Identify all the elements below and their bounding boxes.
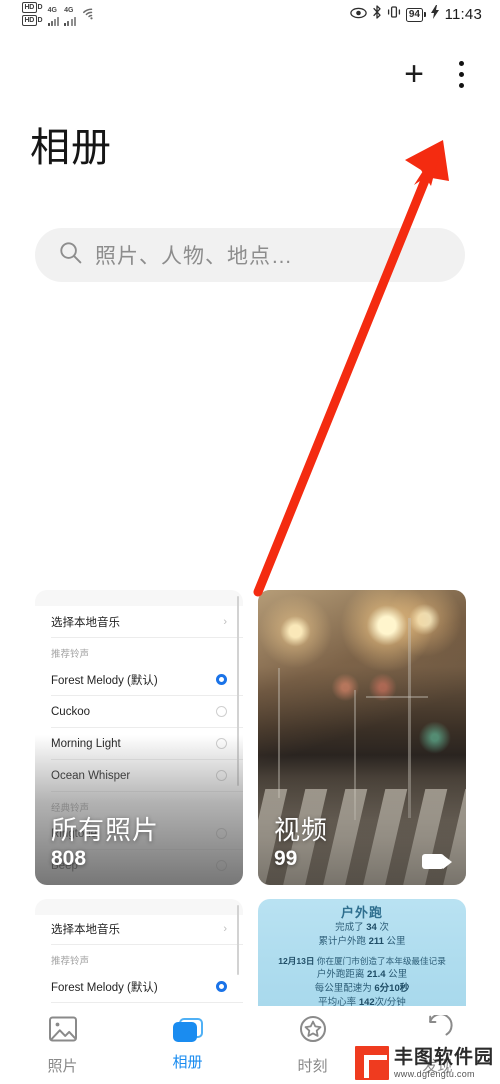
wifi-icon [82,7,100,25]
tab-label-photos: 照片 [47,1057,78,1075]
volte-indicators: HD D HD D [22,2,43,26]
page-title: 相册 [30,126,112,170]
vibrate-icon [387,5,401,24]
ringtone-local-music-label: 选择本地音乐 [51,616,120,629]
eye-icon [350,6,367,24]
status-bar: HD D HD D 4G 4G 94 11:43 [0,0,500,34]
album-count: 808 [51,847,87,870]
ringtone-section-recommended: 推荐铃声 [51,649,90,660]
watermark-name: 丰图软件园 [393,1046,494,1068]
watermark-logo-icon [354,1046,389,1080]
fitness-line1-pre: 完成了 [335,922,367,933]
fitness-line4-pre: 户外跑距离 [316,969,367,980]
fitness-line4-post: 公里 [385,969,408,980]
watermark-url: www.dgfengtu.com [393,1068,475,1079]
fitness-line-4: 户外跑距离 21.4 公里 [317,968,407,982]
fitness-line5-num: 6分10秒 [374,983,410,994]
hd-sub-sim2: D [37,16,43,24]
bluetooth-icon [372,5,382,24]
hd-badge-sim1: HD [22,2,37,13]
fitness-line1-post: 次 [376,922,389,933]
fitness-line2-pre: 累计户外跑 [318,936,369,947]
status-bar-left: HD D HD D 4G 4G [22,2,100,26]
album-card-videos[interactable]: 视频 99 [258,590,466,885]
ringtone-section-recommended: 推荐铃声 [51,956,90,967]
fitness-line2-post: 公里 [383,936,406,947]
fitness-line5-pre: 每公里配速为 [314,983,375,994]
charging-bolt-icon [430,5,439,24]
status-bar-clock: 11:43 [444,6,482,23]
album-count: 99 [274,847,298,870]
fitness-line2-num: 211 [368,936,384,947]
network-label-sim1: 4G [47,7,57,14]
chevron-right-icon: › [223,615,227,628]
album-name: 视频 [274,815,329,845]
photo-icon [48,1015,78,1048]
fitness-line-2: 累计户外跑 211 公里 [318,935,405,949]
ringtone-item-label: Cuckoo [51,705,90,718]
signal-sim2: 4G [64,7,76,26]
signal-sim1: 4G [47,7,60,26]
chevron-right-icon: › [223,922,227,935]
fitness-line-1: 完成了 34 次 [335,921,389,935]
album-grid: 选择本地音乐 › 推荐铃声 Forest Melody (默认) Cuckoo [35,590,467,1019]
fitness-line4-num: 21.4 [367,969,386,980]
battery-level: 94 [405,7,423,22]
ringtone-item-label: Forest Melody (默认) [51,981,158,994]
discover-icon [423,1012,453,1048]
album-label: 所有照片 808 [51,815,159,871]
album-column-left: 选择本地音乐 › 推荐铃声 Forest Melody (默认) Cuckoo [35,590,243,1019]
album-card-secondary-left[interactable]: 选择本地音乐 › 推荐铃声 Forest Melody (默认) Cuckoo [35,899,243,1019]
search-icon [59,241,82,269]
fitness-line3-date: 12月13日 [278,956,315,966]
status-bar-right: 94 11:43 [350,5,482,24]
ringtone-item: Cuckoo [35,696,243,727]
album-card-all-photos[interactable]: 选择本地音乐 › 推荐铃声 Forest Melody (默认) Cuckoo [35,590,243,885]
watermark: 丰图软件园 www.dgfengtu.com [354,1046,494,1080]
search-placeholder: 照片、人物、地点… [95,245,293,268]
phone-screen: HD D HD D 4G 4G 94 11:43 + 相册 照片、人物、地点… … [0,0,500,1084]
tab-photos[interactable]: 照片 [0,1015,125,1076]
album-column-right: 视频 99 户外跑 完成了 34 次 累计户外跑 211 公里 12月13日 你… [258,590,466,1019]
radio-selected-icon [216,981,227,992]
album-label: 视频 99 [274,815,328,871]
albums-icon [172,1018,203,1044]
battery-cap [423,12,426,17]
album-card-fitness[interactable]: 户外跑 完成了 34 次 累计户外跑 211 公里 12月13日 你在厦门市创造… [258,899,466,1019]
fitness-title: 户外跑 [340,905,383,920]
fitness-line-5: 每公里配速为 6分10秒 [315,982,410,996]
video-camera-icon [422,854,452,869]
ringtone-local-music-row: 选择本地音乐 › [35,606,243,637]
fitness-line3-text: 你在厦门市创造了本年级最佳记录 [314,956,446,966]
tab-albums[interactable]: 相册 [125,1018,250,1072]
fitness-line1-num: 34 [366,922,377,933]
ringtone-item: Forest Melody (默认) [35,664,243,695]
ringtone-local-music-label: 选择本地音乐 [51,923,120,936]
search-bar[interactable]: 照片、人物、地点… [35,228,465,282]
hd-badge-sim2: HD [22,15,37,26]
ringtone-item: Forest Melody (默认) [35,971,243,1002]
star-moments-icon [298,1015,328,1048]
fitness-line-3: 12月13日 你在厦门市创造了本年级最佳记录 [278,954,446,968]
tab-label-moments: 时刻 [297,1057,328,1075]
tab-label-albums: 相册 [172,1054,203,1071]
scrollbar[interactable] [237,905,239,975]
hd-sub-sim1: D [37,3,43,11]
network-label-sim2: 4G [64,7,74,14]
battery-indicator: 94 [405,7,426,22]
album-name: 所有照片 [51,815,160,845]
radio-selected-icon [216,674,227,685]
album-thumbnail-ringtone-2: 选择本地音乐 › 推荐铃声 Forest Melody (默认) Cuckoo [35,899,243,1019]
fitness-summary-thumbnail: 户外跑 完成了 34 次 累计户外跑 211 公里 12月13日 你在厦门市创造… [258,899,466,1019]
ringtone-item-label: Forest Melody (默认) [51,674,158,687]
annotation-highlight-box [410,40,490,125]
radio-icon [216,706,227,717]
ringtone-local-music-row: 选择本地音乐 › [35,913,243,944]
